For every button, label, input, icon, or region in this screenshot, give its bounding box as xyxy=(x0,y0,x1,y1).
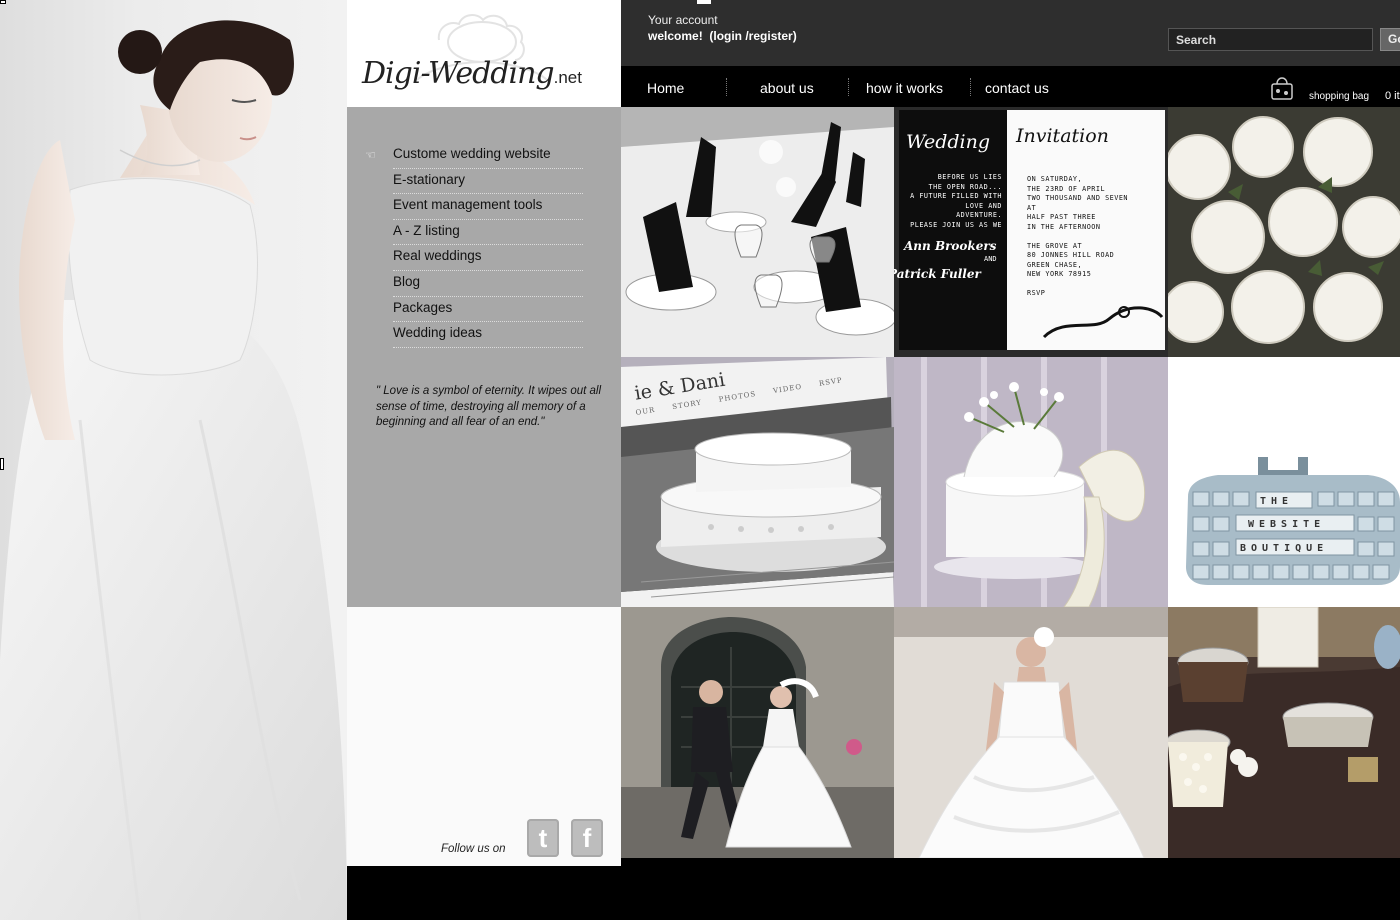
nav-home[interactable]: Home xyxy=(647,80,684,96)
invite-line: A FUTURE FILLED WITH xyxy=(910,192,1002,200)
white-roses-photo[interactable] xyxy=(1168,107,1400,357)
sidebar-nav-list: ☜ Custome wedding website E-stationary E… xyxy=(365,143,583,348)
invite-line: THE 23RD OF APRIL xyxy=(1027,184,1106,193)
sidebar-item-label: Blog xyxy=(393,273,421,289)
invitation-title-wedding: Wedding xyxy=(906,131,991,153)
sidebar-item-label: Real weddings xyxy=(393,248,482,264)
social-follow-panel: Follow us on t f xyxy=(347,607,621,866)
welcome-text: welcome! xyxy=(648,29,703,43)
wedding-cake-photo[interactable] xyxy=(894,357,1168,607)
main-nav: Home about us how it works contact us sh… xyxy=(621,66,1400,107)
sidebar-menu: ☜ Custome wedding website E-stationary E… xyxy=(347,107,621,607)
invite-line: LOVE AND xyxy=(965,201,1002,210)
sidebar-item-e-stationary[interactable]: E-stationary xyxy=(393,169,583,195)
sidebar-item-label: E-stationary xyxy=(393,171,466,187)
login-register-link[interactable]: (login /register) xyxy=(709,29,796,43)
invite-line: ON SATURDAY, xyxy=(1027,175,1083,183)
invitation-name-groom: Patrick Fuller xyxy=(894,267,981,281)
shopping-bag-count: 0 it xyxy=(1385,90,1400,102)
account-header: Your account welcome! (login /register) … xyxy=(621,0,1400,66)
your-account-label: Your account xyxy=(648,13,718,27)
nav-divider xyxy=(970,78,971,96)
invitation-left-text: BEFORE US LIES THE OPEN ROAD... A FUTURE… xyxy=(902,173,1002,230)
welcome-line: welcome! (login /register) xyxy=(648,29,797,43)
invite-line: IN THE AFTERNOON xyxy=(1027,222,1101,231)
invite-line xyxy=(1027,232,1167,242)
footer-bar xyxy=(347,866,1400,920)
frame-marker xyxy=(0,458,4,470)
facebook-icon[interactable]: f xyxy=(571,819,603,857)
twitter-icon[interactable]: t xyxy=(527,819,559,857)
invite-line: TWO THOUSAND AND SEVEN xyxy=(1027,194,1129,202)
follow-us-label: Follow us on xyxy=(441,843,506,855)
sidebar-item-real-weddings[interactable]: Real weddings xyxy=(393,245,583,271)
invite-line: NEW YORK 78915 xyxy=(1027,270,1092,278)
invitation-name-bride: Ann Brookers xyxy=(904,239,997,253)
invitation-title-invitation: Invitation xyxy=(1016,125,1109,147)
invite-line: GREEN CHASE, xyxy=(1027,260,1083,269)
logo-main-text: Digi-Wedding xyxy=(362,56,555,91)
invite-line: THE OPEN ROAD... xyxy=(928,182,1002,191)
nav-contact-us[interactable]: contact us xyxy=(985,80,1049,96)
invitation-card: Wedding Invitation BEFORE US LIES THE OP… xyxy=(894,107,1168,357)
frame-marker xyxy=(697,0,711,4)
sidebar-item-packages[interactable]: Packages xyxy=(393,297,583,323)
sidebar-item-label: Custome wedding website xyxy=(393,146,551,161)
sidebar-item-wedding-ideas[interactable]: Wedding ideas xyxy=(393,322,583,348)
wedding-invitation-photo[interactable]: Wedding Invitation BEFORE US LIES THE OP… xyxy=(894,107,1168,357)
invite-line: HALF PAST THREE xyxy=(1027,213,1096,221)
nav-how-it-works[interactable]: how it works xyxy=(866,80,943,96)
shopping-bag-label[interactable]: shopping bag xyxy=(1309,91,1369,102)
boutique-line-2: WEBSITE xyxy=(1248,519,1326,530)
boutique-line-1: THE xyxy=(1260,496,1294,507)
invite-line: THE GROVE AT xyxy=(1027,241,1083,250)
logo-suffix-text: .net xyxy=(553,68,582,87)
nav-divider xyxy=(726,78,727,96)
invitation-right-text: ON SATURDAY, THE 23RD OF APRIL TWO THOUS… xyxy=(1027,175,1167,299)
sidebar-item-custom-wedding-website[interactable]: ☜ Custome wedding website xyxy=(365,143,583,169)
bride-gown-photo[interactable] xyxy=(894,607,1168,858)
search-go-button[interactable]: Go xyxy=(1380,28,1400,51)
couple-running-photo[interactable] xyxy=(621,607,894,858)
search-input[interactable] xyxy=(1168,28,1373,51)
shopping-bag-icon[interactable] xyxy=(1267,74,1297,102)
invite-line xyxy=(1027,280,1167,290)
frame-marker xyxy=(0,0,6,4)
pointer-hand-icon: ☜ xyxy=(365,148,376,162)
logo-wordmark: Digi-Wedding.net xyxy=(362,56,582,91)
sidebar-item-label: A - Z listing xyxy=(393,222,460,238)
table-setting-photo[interactable] xyxy=(621,107,894,357)
invitation-and: AND xyxy=(984,255,997,263)
website-boutique-bag-photo[interactable]: THE WEBSITE BOUTIQUE xyxy=(1168,357,1400,607)
sidebar-item-event-management-tools[interactable]: Event management tools xyxy=(393,194,583,220)
sidebar-item-label: Wedding ideas xyxy=(393,325,483,341)
invite-line: ADVENTURE. xyxy=(956,211,1002,219)
sidebar-item-label: Event management tools xyxy=(393,197,543,213)
bride-hero-image xyxy=(0,0,347,920)
cake-website-photo[interactable]: ie & Dani OUR STORY PHOTOS VIDEO RSVP xyxy=(621,357,894,607)
invite-line: 80 JONNES HILL ROAD xyxy=(1027,251,1115,259)
invite-line: PLEASE JOIN US AS WE xyxy=(910,220,1002,229)
site-logo[interactable]: Digi-Wedding.net xyxy=(347,0,621,107)
invite-line: RSVP xyxy=(1027,289,1046,297)
boutique-line-3: BOUTIQUE xyxy=(1240,543,1329,554)
nav-divider xyxy=(848,78,849,96)
sidebar-item-a-z-listing[interactable]: A - Z listing xyxy=(393,220,583,246)
invite-line: BEFORE US LIES xyxy=(937,173,1002,181)
sidebar-item-blog[interactable]: Blog xyxy=(393,271,583,297)
sidebar-item-label: Packages xyxy=(393,299,453,315)
love-quote: " Love is a symbol of eternity. It wipes… xyxy=(376,385,602,428)
dessert-table-photo[interactable] xyxy=(1168,607,1400,858)
nav-about-us[interactable]: about us xyxy=(760,80,814,96)
invite-line: AT xyxy=(1027,203,1037,212)
